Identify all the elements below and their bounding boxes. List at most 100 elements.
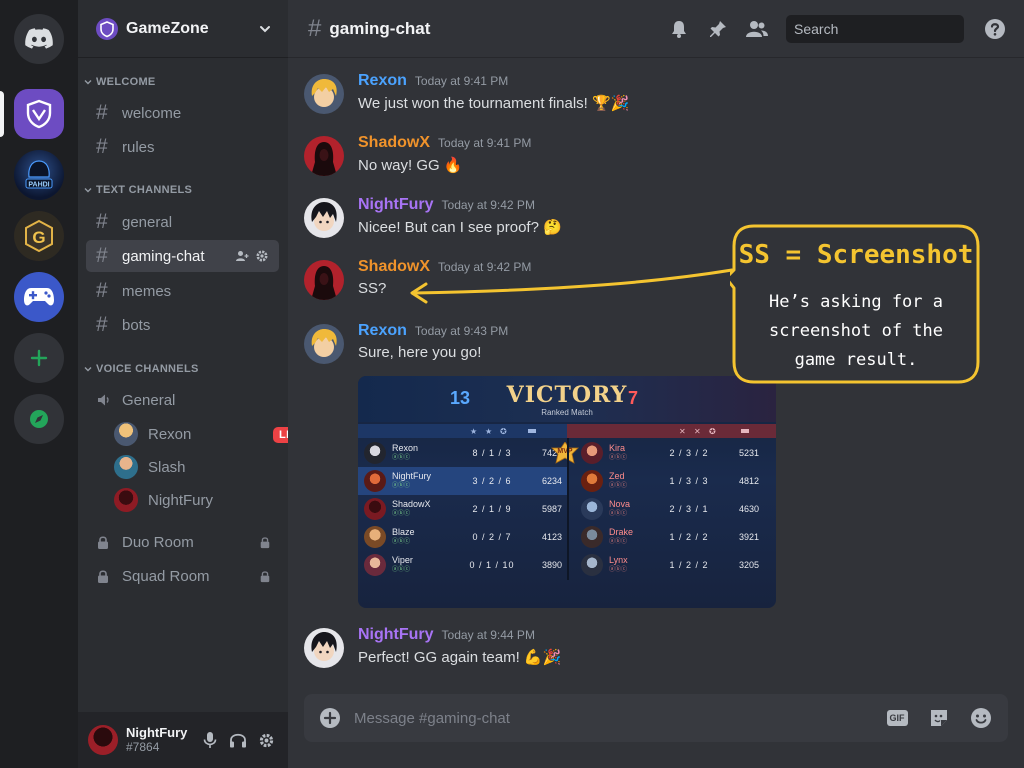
- channel-sidebar: GameZone WELCOME # welcome # rules TEXT …: [78, 0, 312, 768]
- player-gold: 6234: [541, 476, 562, 486]
- user-tag: #7864: [126, 740, 160, 754]
- message-input[interactable]: [354, 709, 868, 727]
- chevron-down-icon: [84, 367, 92, 372]
- user-info[interactable]: NightFury #7864: [126, 725, 194, 755]
- server-controller[interactable]: [14, 272, 64, 322]
- player-avatar: [581, 554, 603, 576]
- user-settings-button[interactable]: [254, 728, 278, 752]
- main-chat: # gaming-chat Rexon Today at 9:41 PM We …: [288, 0, 1024, 768]
- add-server-button[interactable]: [14, 333, 64, 383]
- channel-bots[interactable]: # bots: [86, 309, 279, 341]
- compass-icon: [30, 410, 48, 428]
- category-welcome[interactable]: WELCOME: [84, 76, 156, 88]
- channel-welcome[interactable]: # welcome: [86, 97, 279, 129]
- svg-text:★: ★: [470, 427, 477, 436]
- channel-rules[interactable]: # rules: [86, 131, 279, 163]
- avatar[interactable]: [304, 74, 344, 114]
- hash-icon: #: [96, 135, 108, 158]
- emoji-button[interactable]: [968, 705, 994, 731]
- avatar[interactable]: [88, 725, 118, 755]
- channel-label: memes: [122, 282, 172, 300]
- avatar[interactable]: [304, 260, 344, 300]
- player-avatar: [364, 442, 386, 464]
- mute-button[interactable]: [198, 728, 222, 752]
- message-author[interactable]: Rexon: [358, 322, 407, 340]
- channel-title: gaming-chat: [329, 18, 431, 38]
- message-author[interactable]: Rexon: [358, 72, 407, 90]
- voice-channel-general[interactable]: General: [86, 385, 279, 415]
- svg-text:PAHDI: PAHDI: [28, 182, 49, 189]
- category-text-channels[interactable]: TEXT CHANNELS: [84, 184, 192, 196]
- chevron-down-icon: [260, 25, 270, 32]
- category-label: VOICE CHANNELS: [96, 363, 199, 375]
- message-header: NightFury Today at 9:44 PM: [358, 626, 535, 644]
- help-icon: [985, 18, 1005, 39]
- channel-memes[interactable]: # memes: [86, 275, 279, 307]
- message-author[interactable]: NightFury: [358, 196, 434, 214]
- plus-icon: [30, 349, 48, 367]
- avatar[interactable]: [304, 628, 344, 668]
- explore-servers-button[interactable]: [14, 394, 64, 444]
- message-author[interactable]: ShadowX: [358, 134, 430, 152]
- hash-icon: #: [96, 244, 108, 267]
- attach-button[interactable]: [318, 706, 342, 730]
- gear-icon[interactable]: [255, 249, 269, 263]
- server-g[interactable]: G: [14, 211, 64, 261]
- voice-user-nightfury[interactable]: NightFury: [114, 485, 314, 515]
- category-voice-channels[interactable]: VOICE CHANNELS: [84, 363, 199, 375]
- gamepad-icon: [24, 288, 54, 306]
- help-button[interactable]: [982, 16, 1008, 42]
- chevron-down-icon: [84, 188, 92, 193]
- player-gold: 5987: [541, 504, 562, 514]
- invite-user-icon[interactable]: [235, 249, 249, 263]
- voice-channel-squad-room[interactable]: Squad Room: [86, 561, 279, 591]
- voice-channel-label: Squad Room: [122, 567, 210, 585]
- user-panel: NightFury #7864: [78, 712, 288, 768]
- message-text: Nicee! But can I see proof? 🤔: [358, 219, 562, 236]
- hooded-figure-icon: PAHDI: [25, 160, 53, 189]
- chevron-down-icon: [84, 80, 92, 85]
- avatar-hooded-icon: [304, 260, 344, 300]
- voice-user-slash[interactable]: Slash: [114, 452, 314, 482]
- server-rail: PAHDI G: [0, 0, 78, 768]
- pin-icon: [710, 20, 726, 37]
- player-avatar: [581, 442, 603, 464]
- player-avatar: [364, 470, 386, 492]
- avatar[interactable]: [304, 198, 344, 238]
- blue-column-header: ★ ★ ✪: [358, 424, 567, 438]
- category-label: TEXT CHANNELS: [96, 184, 193, 196]
- sticker-button[interactable]: [926, 705, 952, 731]
- avatar-blonde-icon: [304, 74, 344, 114]
- message-header: Rexon Today at 9:43 PM: [358, 322, 508, 340]
- message-author[interactable]: NightFury: [358, 626, 434, 644]
- hash-icon: #: [96, 279, 108, 302]
- lock-icon: [98, 535, 108, 549]
- voice-channel-duo-room[interactable]: Duo Room: [86, 527, 279, 557]
- scoreboard-row: Nova ⓐⓑⓒ 2 / 3 / 1 4630: [581, 495, 759, 523]
- server-gamezone[interactable]: [14, 89, 64, 139]
- avatar-darkhair-icon: [304, 628, 344, 668]
- avatar[interactable]: [304, 136, 344, 176]
- channel-label: general: [122, 213, 173, 231]
- channel-general[interactable]: # general: [86, 206, 279, 238]
- member-list-button[interactable]: [744, 16, 770, 42]
- notifications-button[interactable]: [666, 16, 692, 42]
- player-avatar: [364, 498, 386, 520]
- search-input[interactable]: [786, 14, 964, 43]
- avatar[interactable]: [304, 324, 344, 364]
- gif-button[interactable]: GIF: [884, 705, 910, 731]
- pinned-messages-button[interactable]: [705, 16, 731, 42]
- hash-icon: #: [96, 313, 108, 336]
- player-kda: 3 / 2 / 6: [472, 476, 512, 486]
- player-kda: 0 / 1 / 10: [469, 560, 515, 570]
- voice-channel-label: Duo Room: [122, 533, 194, 551]
- svg-text:✪: ✪: [709, 427, 716, 436]
- channel-gaming-chat[interactable]: # gaming-chat: [86, 240, 279, 272]
- player-avatar: [581, 526, 603, 548]
- server-pahdi[interactable]: PAHDI: [14, 150, 64, 200]
- home-button[interactable]: [14, 14, 64, 64]
- scoreboard-image-attachment[interactable]: 13 7 VICTORY Ranked Match ★ ★ ✪ ✕ ✕ ✪ Rexon ⓐ…: [358, 376, 776, 608]
- annotation-callout: SS = Screenshot He’s asking for a screen…: [730, 222, 982, 386]
- deafen-button[interactable]: [226, 728, 250, 752]
- server-header[interactable]: GameZone: [78, 0, 288, 58]
